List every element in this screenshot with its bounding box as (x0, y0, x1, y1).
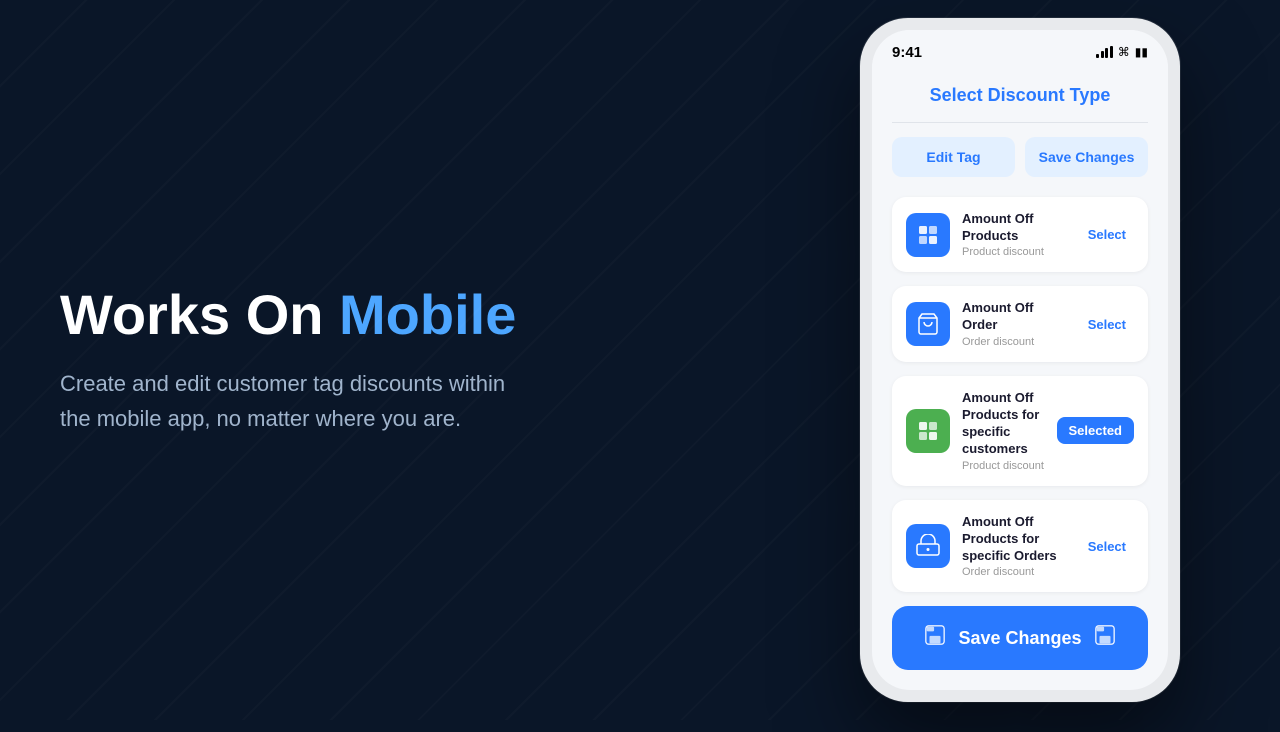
selected-button-3[interactable]: Selected (1057, 417, 1134, 444)
discount-name: Amount Off Products (962, 211, 1068, 245)
status-time: 9:41 (892, 44, 922, 61)
save-changes-top-button[interactable]: Save Changes (1025, 137, 1148, 177)
save-changes-bottom-button[interactable]: Save Changes (892, 606, 1148, 670)
status-bar: 9:41 ⌘ ▮▮ (872, 30, 1168, 69)
list-item: Amount Off Order Order discount Select (892, 286, 1148, 362)
action-buttons: Edit Tag Save Changes (892, 137, 1148, 177)
status-icons: ⌘ ▮▮ (1096, 45, 1148, 59)
phone-screen: 9:41 ⌘ ▮▮ Select Discount Type (872, 30, 1168, 691)
phone-frame: 9:41 ⌘ ▮▮ Select Discount Type (860, 18, 1180, 703)
save-changes-label: Save Changes (958, 628, 1081, 649)
discount-info: Amount Off Products for specific Orders … (962, 514, 1068, 579)
edit-tag-button[interactable]: Edit Tag (892, 137, 1015, 177)
hero-title: Works On Mobile (60, 284, 700, 346)
app-content: Select Discount Type Edit Tag Save Chang… (872, 69, 1168, 691)
save-icon-left (924, 624, 946, 652)
hero-title-accent: Mobile (339, 283, 516, 346)
specific-orders-icon (906, 524, 950, 568)
discount-info: Amount Off Products Product discount (962, 211, 1068, 259)
right-panel: 9:41 ⌘ ▮▮ Select Discount Type (760, 0, 1280, 732)
select-button-4[interactable]: Select (1080, 535, 1134, 558)
specific-customers-icon (906, 409, 950, 453)
discount-list: Amount Off Products Product discount Sel… (892, 197, 1148, 593)
select-button-2[interactable]: Select (1080, 313, 1134, 336)
list-item: Amount Off Products Product discount Sel… (892, 197, 1148, 273)
list-item: Amount Off Products for specific Orders … (892, 500, 1148, 593)
discount-sub: Order discount (962, 336, 1068, 348)
save-icon-right (1094, 624, 1116, 652)
discount-sub: Product discount (962, 460, 1045, 472)
signal-icon (1096, 46, 1113, 58)
product-discount-icon (906, 213, 950, 257)
screen-title: Select Discount Type (892, 85, 1148, 106)
hero-subtitle: Create and edit customer tag discounts w… (60, 366, 540, 436)
discount-name: Amount Off Products for specific Orders (962, 514, 1068, 565)
discount-name: Amount Off Products for specific custome… (962, 390, 1045, 458)
list-item: Amount Off Products for specific custome… (892, 376, 1148, 486)
discount-info: Amount Off Products for specific custome… (962, 390, 1045, 472)
discount-sub: Product discount (962, 246, 1068, 258)
order-discount-icon (906, 302, 950, 346)
divider (892, 122, 1148, 123)
hero-title-plain: Works On (60, 283, 339, 346)
left-panel: Works On Mobile Create and edit customer… (0, 224, 760, 496)
wifi-icon: ⌘ (1118, 45, 1130, 59)
discount-info: Amount Off Order Order discount (962, 300, 1068, 348)
select-button-1[interactable]: Select (1080, 223, 1134, 246)
discount-sub: Order discount (962, 566, 1068, 578)
battery-icon: ▮▮ (1135, 45, 1148, 59)
discount-name: Amount Off Order (962, 300, 1068, 334)
